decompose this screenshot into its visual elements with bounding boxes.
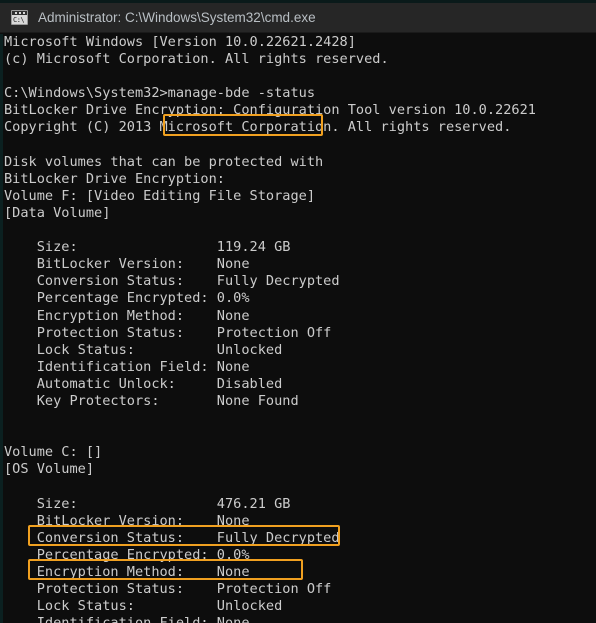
console-text: Microsoft Windows [Version 10.0.22621.24…: [4, 34, 536, 623]
window-title: Administrator: C:\Windows\System32\cmd.e…: [38, 10, 316, 25]
console-line: Volume F: [Video Editing File Storage]: [4, 187, 315, 204]
console-line: Lock Status: Unlocked: [4, 598, 283, 615]
console-line: BitLocker Version: None: [4, 256, 250, 273]
console-output-area[interactable]: Microsoft Windows [Version 10.0.22621.24…: [0, 34, 596, 623]
console-line: Percentage Encrypted: 0.0%: [4, 290, 250, 307]
console-line: Key Protectors: None Found: [4, 392, 299, 409]
title-bar[interactable]: C:\ Administrator: C:\Windows\System32\c…: [0, 3, 596, 33]
icon-prompt-text: C:\: [13, 16, 25, 24]
console-line: Size: 476.21 GB: [4, 495, 291, 512]
console-line: Encryption Method: None: [4, 307, 250, 324]
cmd-console-icon: C:\: [11, 10, 28, 25]
console-line: Identification Field: None: [4, 358, 250, 375]
console-line: Microsoft Windows [Version 10.0.22621.24…: [4, 34, 356, 50]
console-line: Protection Status: Protection Off: [4, 324, 332, 341]
cmd-window: C:\ Administrator: C:\Windows\System32\c…: [0, 0, 596, 623]
console-line: Protection Status: Protection Off: [4, 581, 332, 597]
icon-titlebar-strip: [12, 11, 27, 15]
console-line: Percentage Encrypted: 0.0%: [4, 546, 250, 563]
console-line: Disk volumes that can be protected with: [4, 153, 324, 170]
console-line: Copyright (C) 2013 Microsoft Corporation…: [4, 119, 512, 136]
console-line: Conversion Status: Fully Decrypted: [4, 529, 340, 546]
console-left-accent: [0, 34, 3, 623]
console-line: BitLocker Version: None: [4, 512, 250, 529]
console-line: C:\Windows\System32>manage-bde -status: [4, 85, 315, 102]
console-line: (c) Microsoft Corporation. All rights re…: [4, 51, 389, 68]
console-line: BitLocker Drive Encryption: Configuratio…: [4, 102, 536, 119]
console-line: Volume C: []: [4, 444, 103, 461]
console-line: Identification Field: None: [4, 615, 536, 623]
console-line: BitLocker Drive Encryption:: [4, 170, 225, 187]
console-line: Conversion Status: Fully Decrypted: [4, 273, 340, 290]
console-line: [OS Volume]: [4, 461, 95, 478]
console-line: Size: 119.24 GB: [4, 239, 291, 256]
console-line: Encryption Method: None: [4, 563, 250, 580]
console-line: Lock Status: Unlocked: [4, 341, 283, 358]
console-line: Automatic Unlock: Disabled: [4, 375, 283, 392]
console-line: [Data Volume]: [4, 204, 111, 221]
